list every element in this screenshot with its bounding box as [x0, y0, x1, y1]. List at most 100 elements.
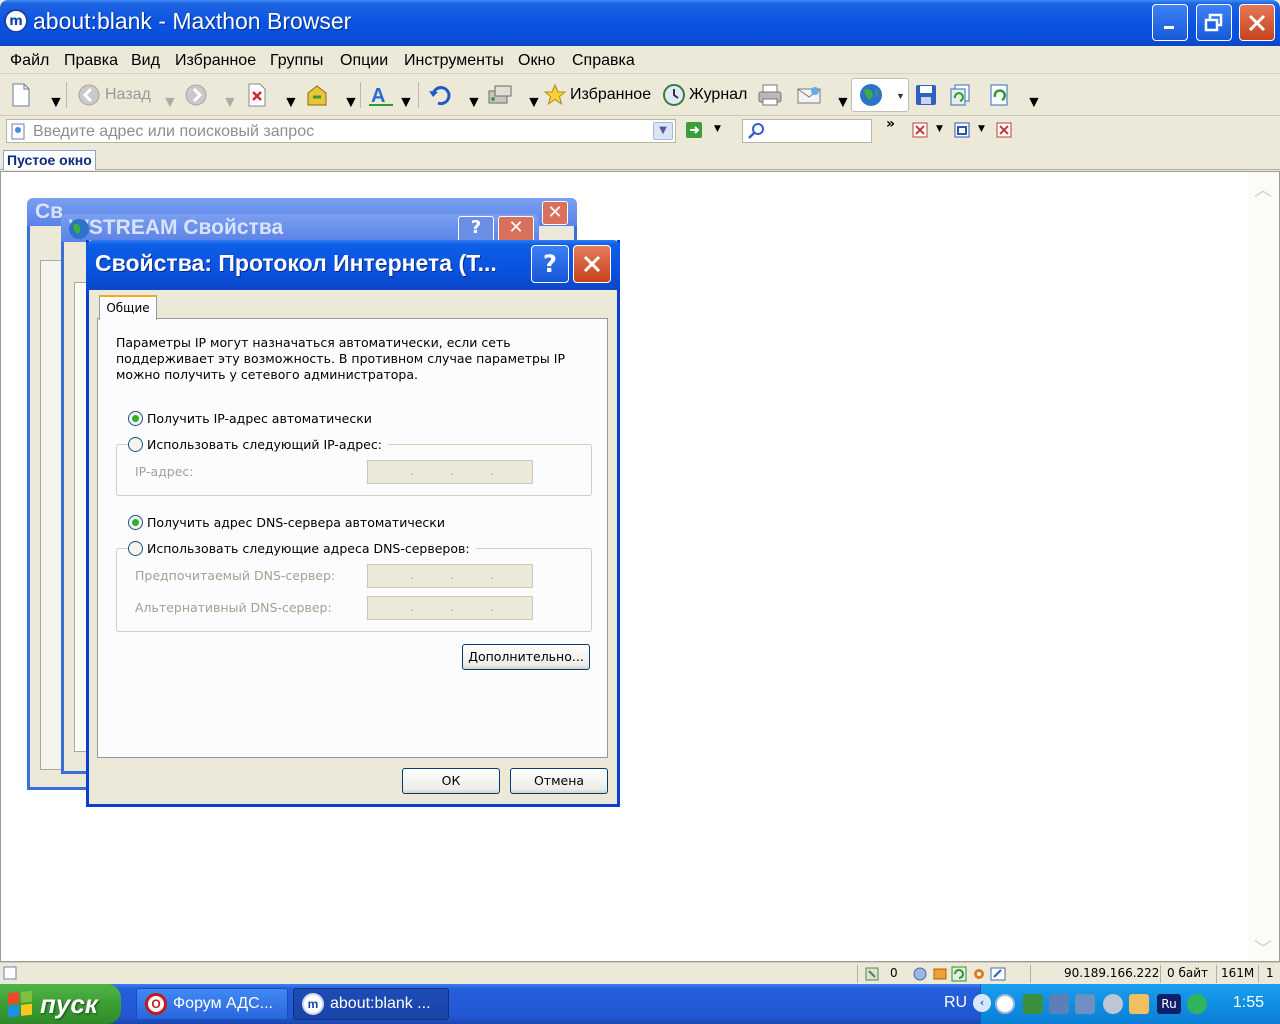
vertical-scrollbar[interactable]: ︿ ﹀: [1248, 172, 1279, 961]
chevron-down-icon[interactable]: ▼: [222, 90, 238, 116]
back-label: Назад: [105, 86, 151, 103]
menu-groups[interactable]: Группы: [270, 52, 323, 70]
dns-group: Предпочитаемый DNS-сервер: ... Альтернат…: [116, 548, 592, 632]
dns-auto-radio[interactable]: Получить адрес DNS-сервера автоматически: [128, 513, 445, 531]
maxthon-tray-icon[interactable]: [995, 994, 1015, 1014]
home-button[interactable]: [305, 82, 329, 108]
tcpip-properties-dialog[interactable]: Свойства: Протокол Интернета (Т... ? Общ…: [86, 240, 620, 807]
chevron-down-icon[interactable]: ▼: [714, 124, 721, 134]
help-button[interactable]: ?: [531, 245, 569, 283]
refresh-button[interactable]: [988, 82, 1012, 108]
mail-button[interactable]: [796, 82, 822, 108]
menu-options[interactable]: Опции: [340, 52, 388, 70]
address-dropdown[interactable]: ▼: [653, 122, 673, 140]
menu-help[interactable]: Справка: [572, 52, 635, 70]
dialog-titlebar[interactable]: Свойства: Протокол Интернета (Т... ?: [86, 240, 620, 290]
gear-icon[interactable]: [971, 966, 987, 982]
menu-view[interactable]: Вид: [131, 52, 160, 70]
dialog-close-button[interactable]: [573, 245, 611, 283]
chevron-down-icon[interactable]: ▼: [466, 90, 482, 116]
cancel-button[interactable]: Отмена: [510, 768, 608, 794]
ok-button[interactable]: ОК: [402, 768, 500, 794]
menu-edit[interactable]: Правка: [64, 52, 118, 70]
forward-button[interactable]: [184, 82, 208, 108]
sync-icon[interactable]: [951, 966, 967, 982]
chevron-down-icon[interactable]: ▼: [343, 90, 359, 116]
flash-icon[interactable]: [932, 966, 948, 982]
menu-file[interactable]: Файл: [10, 52, 49, 70]
restore-tab-icon: [954, 122, 970, 138]
volume-icon[interactable]: [1103, 994, 1123, 1014]
close-icon[interactable]: ✕: [498, 216, 534, 242]
tab-blank[interactable]: Пустое окно: [3, 150, 96, 170]
dns-manual-radio[interactable]: Использовать следующие адреса DNS-сервер…: [128, 539, 476, 557]
chevron-down-icon[interactable]: ▼: [978, 124, 985, 134]
address-input[interactable]: Введите адрес или поисковый запрос ▼: [6, 119, 676, 143]
print-button[interactable]: [757, 82, 783, 108]
task-opera[interactable]: O Форум АДС...: [136, 988, 288, 1020]
scroll-up-icon[interactable]: ︿: [1252, 176, 1274, 201]
back-button[interactable]: Назад: [77, 82, 151, 108]
history-button[interactable]: Журнал: [662, 82, 747, 108]
user-tray-icon[interactable]: [1129, 994, 1149, 1014]
menu-tools[interactable]: Инструменты: [404, 52, 504, 70]
stop-button[interactable]: [246, 82, 268, 108]
address-bar: Введите адрес или поисковый запрос ▼ ▼ »…: [0, 116, 1280, 146]
close-button[interactable]: [1239, 4, 1275, 41]
maxthon-icon[interactable]: m: [4, 9, 28, 33]
menu-favorites[interactable]: Избранное: [175, 52, 256, 70]
undo-icon: [429, 86, 451, 106]
chevron-down-icon[interactable]: ▼: [835, 90, 851, 116]
advanced-button[interactable]: Дополнительно...: [462, 644, 590, 670]
scroll-down-icon[interactable]: ﹀: [1252, 935, 1274, 960]
task-maxthon[interactable]: m about:blank ...: [293, 988, 449, 1020]
extra-status: 1: [1266, 966, 1274, 980]
help-icon[interactable]: ?: [458, 216, 494, 242]
chevron-down-icon[interactable]: ▼: [48, 90, 64, 116]
chevron-down-icon[interactable]: ▼: [283, 90, 299, 116]
chevron-down-icon[interactable]: ▼: [162, 90, 178, 116]
close-icon[interactable]: ✕: [542, 201, 568, 225]
close-all-button[interactable]: [996, 122, 1012, 141]
edit-icon[interactable]: [990, 966, 1006, 982]
proxy-button[interactable]: [487, 82, 513, 108]
network-tray-icon[interactable]: [1023, 994, 1043, 1014]
chevron-down-icon[interactable]: ▼: [936, 124, 943, 134]
browser-titlebar[interactable]: m about:blank - Maxthon Browser: [0, 0, 1280, 46]
restore-button[interactable]: [1196, 4, 1232, 41]
restore-tab-button[interactable]: [954, 122, 970, 141]
close-tab-button[interactable]: [912, 122, 928, 141]
new-page-button[interactable]: [10, 82, 32, 108]
ip-auto-radio[interactable]: Получить IP-адрес автоматически: [128, 409, 372, 427]
chevron-down-icon[interactable]: ▼: [398, 90, 414, 116]
plugin-icon[interactable]: [912, 966, 928, 982]
favorites-label: Избранное: [570, 86, 652, 103]
network-tray-icon-2[interactable]: [1049, 994, 1069, 1014]
network-icon: [488, 85, 512, 104]
search-input[interactable]: [742, 119, 872, 143]
globe-button[interactable]: ▼: [851, 78, 909, 112]
printer-icon: [758, 84, 782, 106]
font-size-button[interactable]: A: [369, 82, 395, 108]
chevron-down-icon[interactable]: ▼: [896, 91, 905, 101]
chevron-down-icon[interactable]: ▼: [526, 90, 542, 116]
network-tray-icon-3[interactable]: [1075, 994, 1095, 1014]
ip-manual-radio[interactable]: Использовать следующий IP-адрес:: [128, 435, 388, 453]
go-button[interactable]: [686, 122, 702, 141]
chevron-down-icon[interactable]: ▼: [1026, 90, 1042, 116]
copy-button[interactable]: [948, 82, 972, 108]
undo-button[interactable]: [428, 82, 452, 108]
tab-general[interactable]: Общие: [99, 295, 157, 320]
language-indicator[interactable]: RU: [944, 994, 967, 1012]
toolbar-overflow[interactable]: »: [886, 116, 895, 132]
save-button[interactable]: [914, 82, 938, 108]
language-tray-icon[interactable]: Ru: [1157, 994, 1181, 1014]
minimize-button[interactable]: [1152, 4, 1188, 41]
popup-blocker-icon[interactable]: [864, 966, 880, 982]
menu-window[interactable]: Окно: [518, 52, 555, 70]
start-button[interactable]: пуск: [0, 984, 121, 1024]
toolbar-separator: [360, 82, 361, 108]
favorites-button[interactable]: Избранное: [543, 82, 651, 108]
tray-expand-icon[interactable]: ‹: [973, 994, 991, 1012]
green-tray-icon[interactable]: [1187, 994, 1207, 1014]
